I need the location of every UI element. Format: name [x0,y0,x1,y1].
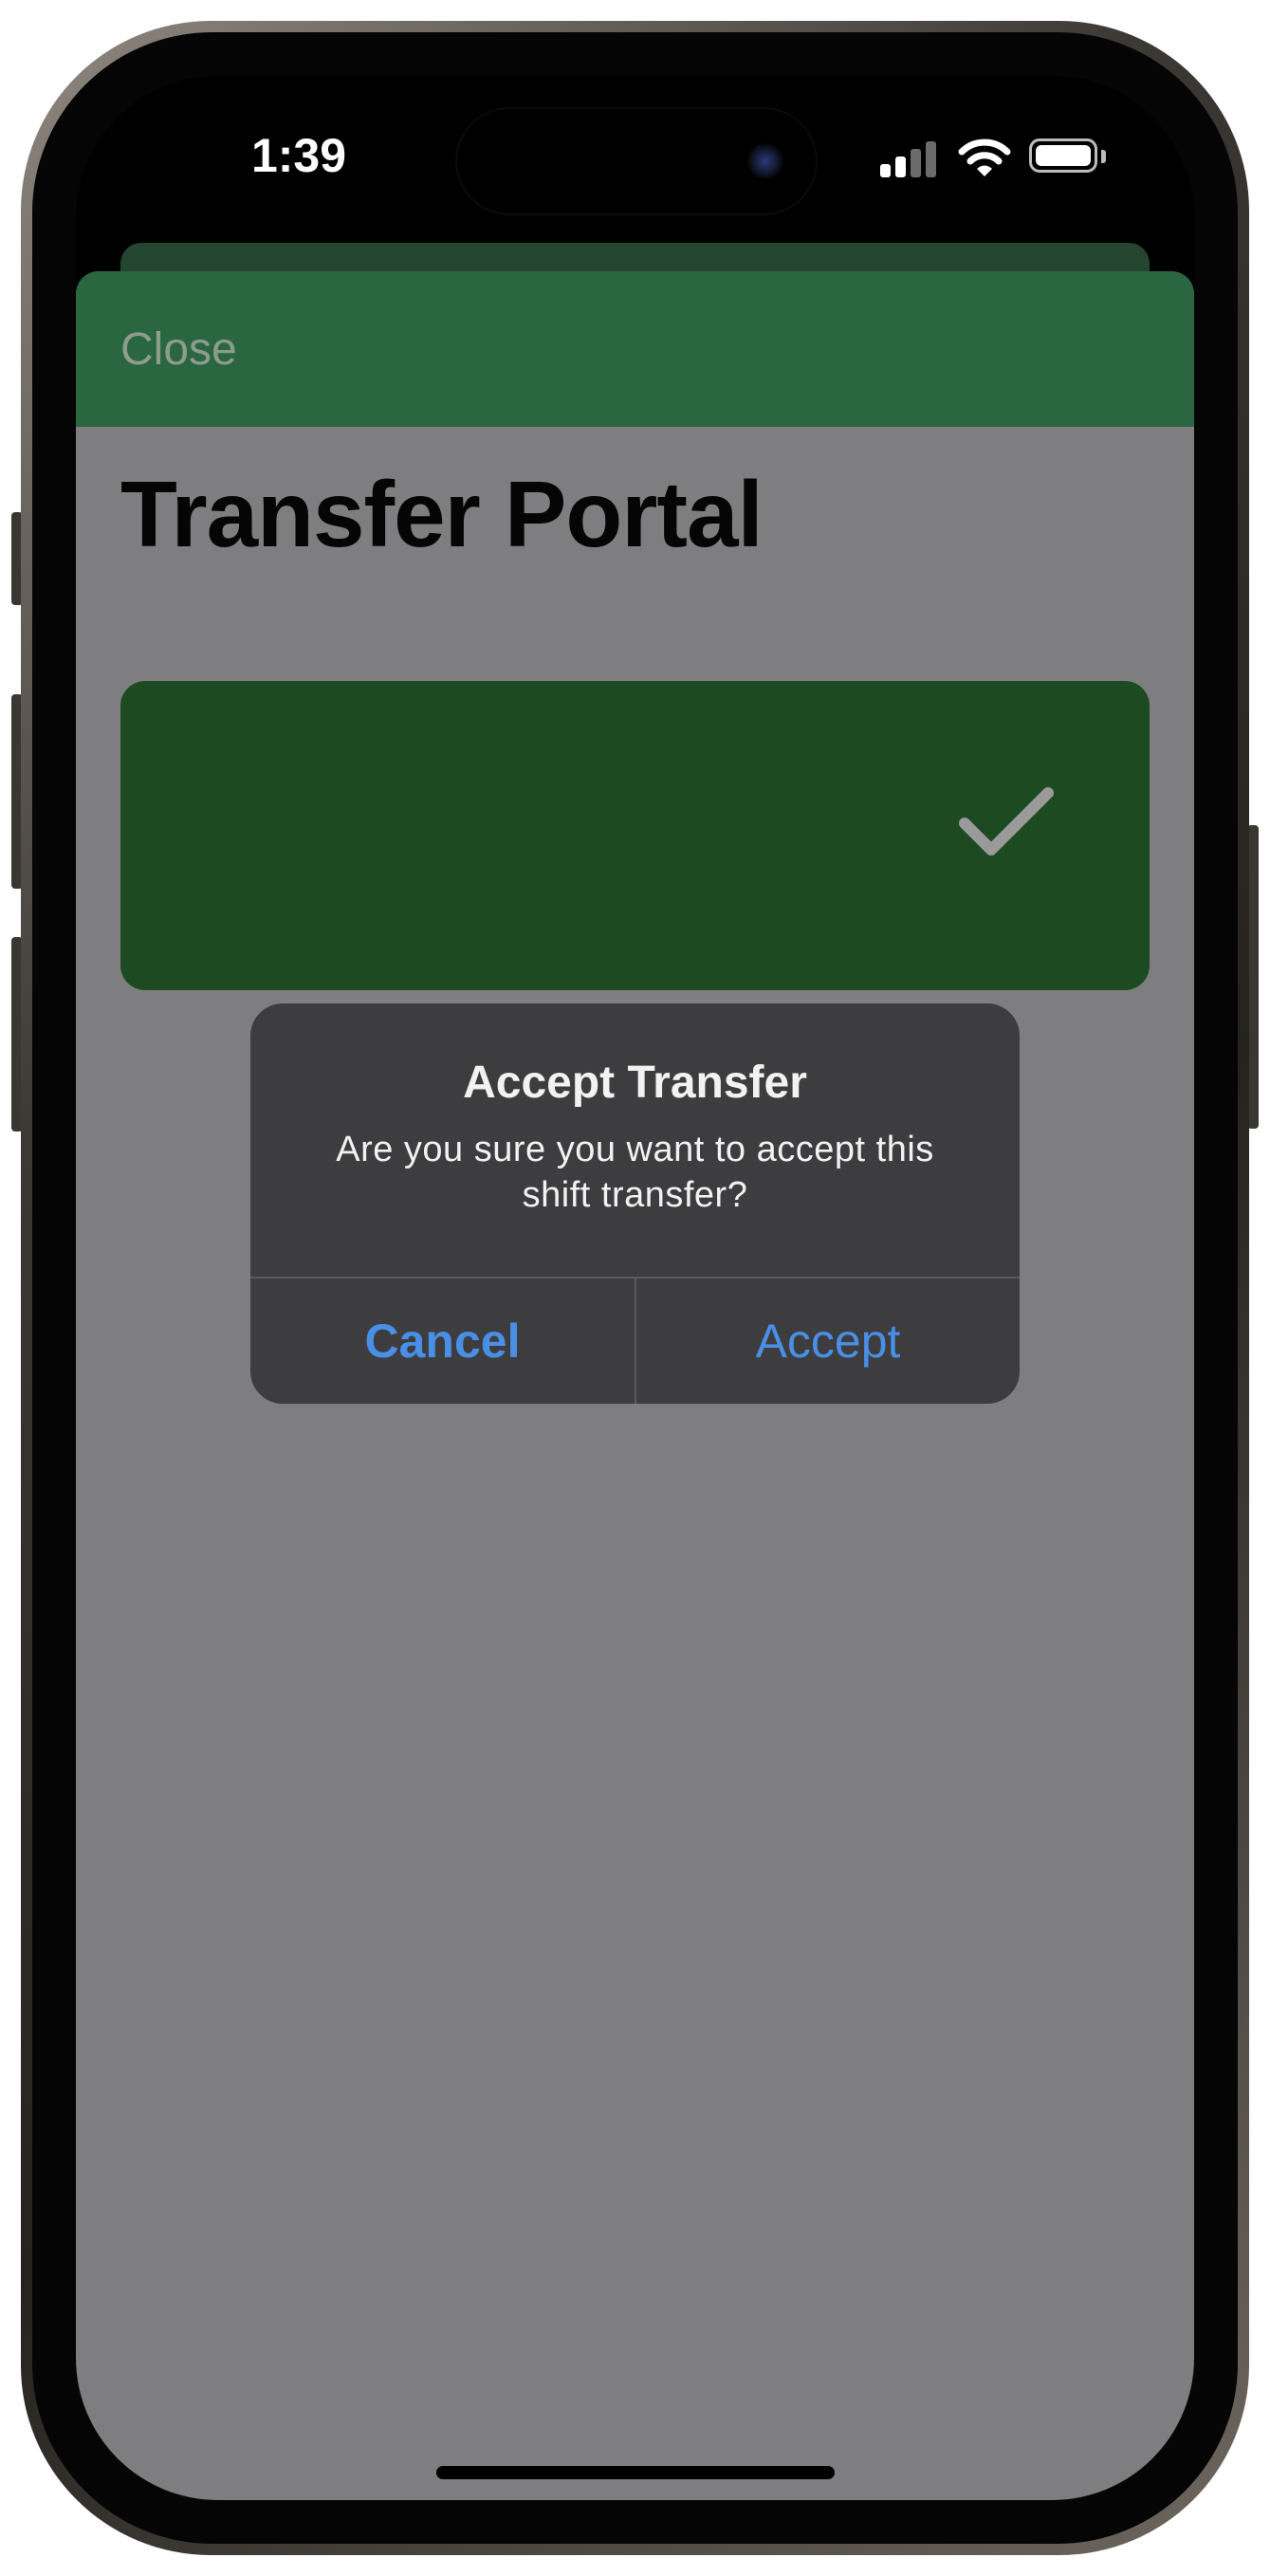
battery-tip [1101,150,1106,163]
home-indicator[interactable] [436,2466,835,2479]
accept-transfer-alert: Accept Transfer Are you sure you want to… [250,1003,1020,1404]
cancel-button[interactable]: Cancel [250,1279,635,1404]
dynamic-island [457,109,816,213]
alert-title: Accept Transfer [463,1058,807,1108]
front-camera-icon [747,143,783,179]
phone-screen: 1:39 Close Transfer Portal Accept Transf… [76,76,1194,2500]
navigation-bar: Close [76,271,1194,427]
cellular-signal-icon [880,139,937,177]
accept-button[interactable]: Accept [636,1279,1020,1404]
transfer-card[interactable] [120,681,1150,990]
checkmark-icon [959,787,1054,856]
battery-level [1036,145,1091,166]
battery-icon [1029,138,1097,173]
status-time: 1:39 [250,129,347,182]
close-button[interactable]: Close [120,323,237,376]
alert-message: Are you sure you want to accept this shi… [336,1130,934,1215]
page-title: Transfer Portal [120,462,764,566]
wifi-icon [958,138,1011,176]
